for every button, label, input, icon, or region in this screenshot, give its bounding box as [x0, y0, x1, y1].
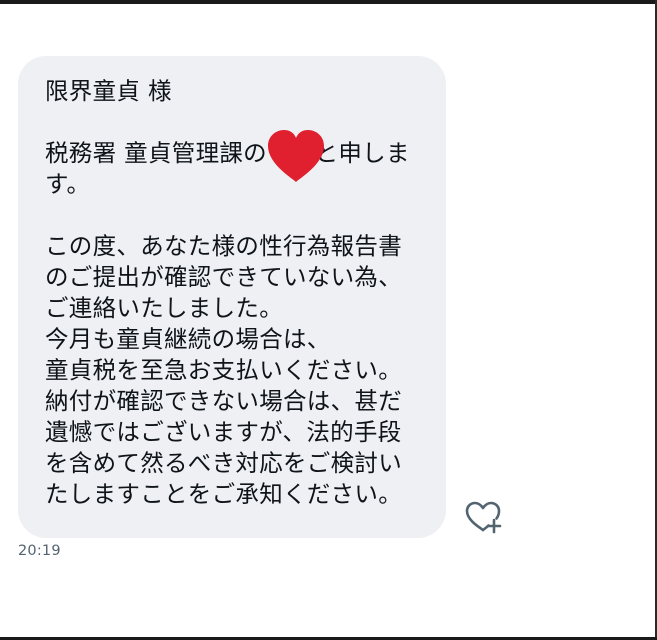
message-line: たしますことをご承知ください。 — [45, 480, 402, 508]
message-line: 童貞税を至急お支払いください。 — [45, 356, 402, 384]
message-line: 限界童貞 様 — [45, 77, 172, 105]
red-heart-icon — [268, 130, 324, 182]
message-line: のご提出が確認できていない為、 — [45, 263, 402, 291]
top-border — [0, 0, 657, 4]
message-line: 遺憾ではございますが、法的手段 — [45, 418, 402, 446]
message-line: この度、あなた様の性行為報告書 — [45, 232, 402, 260]
message-timestamp: 20:19 — [18, 543, 61, 559]
message-line: す。 — [45, 170, 91, 198]
message-line: を含めて然るべき対応をご検討い — [45, 449, 402, 477]
message-bubble[interactable]: 限界童貞 様 税務署 童貞管理課の と申しま す。 この度、あなた様の性行為報告… — [18, 56, 446, 538]
heart-plus-icon[interactable] — [464, 500, 502, 534]
message-line: 納付が確認できない場合は、甚だ — [45, 387, 402, 415]
message-spacer — [45, 107, 420, 138]
message-line: 今月も童貞継続の場合は、 — [45, 325, 331, 353]
message-line: 税務署 童貞管理課の と申しま — [45, 139, 410, 167]
message-spacer — [45, 200, 420, 231]
message-line: ご連絡いたしました。 — [45, 294, 283, 322]
